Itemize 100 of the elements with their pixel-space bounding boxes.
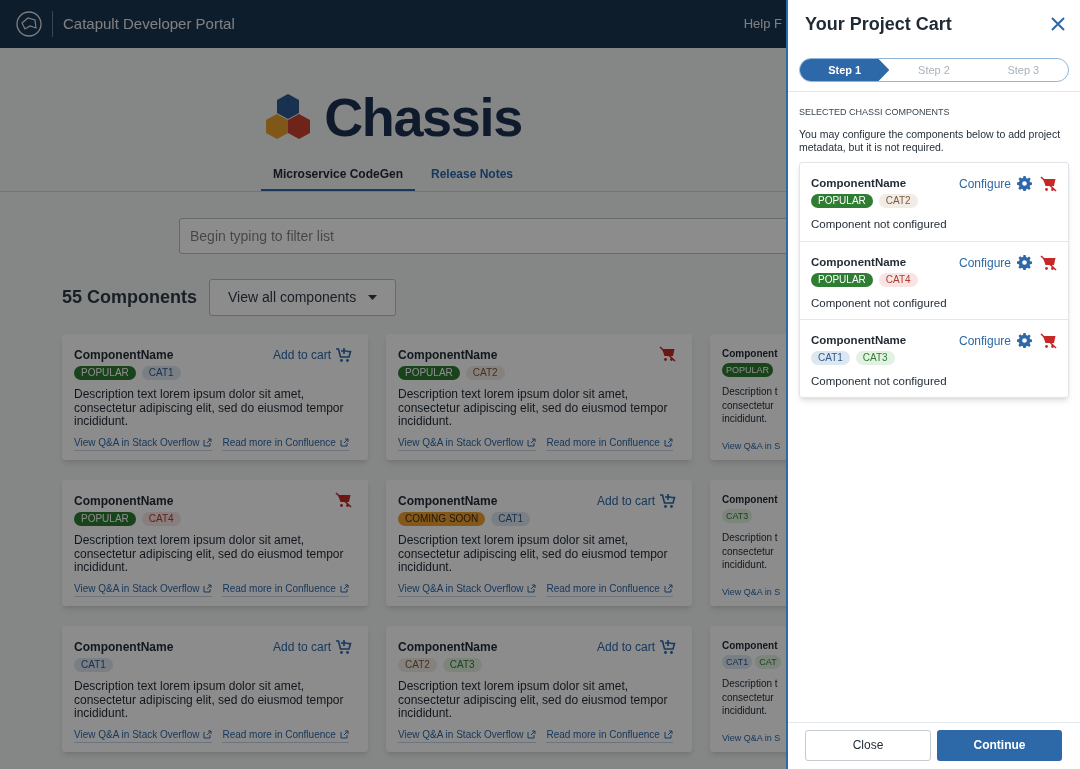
close-icon[interactable] bbox=[1050, 16, 1066, 32]
description-line: incididunt. bbox=[722, 558, 768, 572]
portal-title: Catapult Developer Portal bbox=[63, 13, 235, 34]
description: Description text lorem ipsum dolor sit amet, consectetur adipiscing elit, sed do eiusmod tempor incididunt. bbox=[74, 680, 345, 721]
add-to-cart-link[interactable]: Add to cart bbox=[596, 492, 680, 510]
tag: CAT3 bbox=[442, 658, 482, 672]
tag: CAT3 bbox=[722, 509, 753, 523]
description-line: Description t bbox=[722, 677, 778, 691]
help-link[interactable]: Help F bbox=[743, 14, 782, 34]
add-to-cart-link[interactable]: Add to cart bbox=[272, 346, 356, 364]
component-name: ComponentName bbox=[74, 347, 175, 364]
external-link[interactable]: Read more in Confluence bbox=[222, 435, 349, 451]
external-link[interactable]: View Q&A in S bbox=[722, 441, 781, 451]
tag: POPULAR bbox=[74, 366, 136, 380]
step[interactable]: Step 1 bbox=[800, 59, 890, 81]
view-dropdown[interactable]: View all components bbox=[209, 279, 397, 316]
add-to-cart-link[interactable]: Add to cart bbox=[596, 638, 680, 656]
config-status: Component not configured bbox=[811, 216, 948, 232]
cart-plus-icon bbox=[659, 493, 676, 509]
external-link[interactable]: View Q&A in S bbox=[722, 733, 781, 743]
description: Description text lorem ipsum dolor sit amet, consectetur adipiscing elit, sed do eiusmod tempor incididunt. bbox=[398, 388, 669, 429]
external-link-icon bbox=[339, 584, 349, 593]
description-line: Description t bbox=[722, 385, 778, 399]
external-link[interactable]: View Q&A in Stack Overflow bbox=[74, 581, 213, 597]
description: Description text lorem ipsum dolor sit amet, consectetur adipiscing elit, sed do eiusmod tempor incididunt. bbox=[398, 680, 669, 721]
tag: POPULAR bbox=[74, 512, 136, 526]
external-link[interactable]: View Q&A in S bbox=[722, 587, 781, 597]
intro-text: You may configure the components below to add project metadata, but it is not required. bbox=[799, 127, 1062, 154]
close-button[interactable]: Close bbox=[805, 729, 931, 761]
description-line: incididunt. bbox=[722, 412, 768, 426]
external-link[interactable]: View Q&A in Stack Overflow bbox=[74, 435, 213, 451]
tag: CAT1 bbox=[811, 350, 850, 365]
external-link-icon bbox=[527, 584, 537, 593]
component-name: ComponentName bbox=[74, 639, 174, 656]
remove-from-cart-icon[interactable] bbox=[1040, 175, 1057, 192]
gear-icon[interactable] bbox=[1017, 176, 1032, 191]
cubes-icon bbox=[264, 92, 313, 142]
component-name: ComponentName bbox=[398, 493, 499, 510]
gear-icon[interactable] bbox=[1017, 255, 1032, 270]
external-link-icon bbox=[203, 730, 213, 739]
tag: POPULAR bbox=[811, 193, 873, 208]
component-name: Component bbox=[722, 639, 778, 653]
external-link-icon bbox=[527, 438, 537, 447]
cart-title: Your Project Cart bbox=[805, 12, 952, 36]
tab[interactable]: Microservice CodeGen bbox=[260, 165, 415, 191]
brand-wordmark: Chassis bbox=[324, 90, 522, 144]
filter-field[interactable]: Begin typing to filter list bbox=[179, 218, 786, 254]
external-link-icon bbox=[203, 584, 213, 593]
description: Description text lorem ipsum dolor sit amet, consectetur adipiscing elit, sed do eiusmod tempor incididunt. bbox=[74, 388, 345, 429]
description-line: incididunt. bbox=[722, 704, 768, 718]
component-name: ComponentName bbox=[811, 175, 908, 191]
description: Description text lorem ipsum dolor sit amet, consectetur adipiscing elit, sed do eiusmod tempor incididunt. bbox=[74, 534, 345, 575]
tag: CAT1 bbox=[491, 512, 531, 526]
tag: CAT1 bbox=[141, 366, 181, 380]
description: Description text lorem ipsum dolor sit amet, consectetur adipiscing elit, sed do eiusmod tempor incididunt. bbox=[398, 534, 669, 575]
tag: CAT4 bbox=[878, 272, 918, 287]
component-name: ComponentName bbox=[398, 639, 498, 656]
configure-link[interactable]: Configure bbox=[958, 253, 1032, 272]
tag: CAT1 bbox=[722, 655, 753, 669]
tag: POPULAR bbox=[398, 366, 460, 380]
external-link[interactable]: Read more in Confluence bbox=[546, 581, 673, 597]
external-link[interactable]: Read more in Confluence bbox=[546, 727, 673, 743]
step[interactable]: Step 3 bbox=[978, 59, 1068, 81]
external-link-icon bbox=[203, 438, 213, 447]
add-to-cart-link[interactable]: Add to cart bbox=[272, 638, 356, 656]
remove-from-cart-icon[interactable] bbox=[1040, 254, 1057, 271]
description-line: Description t bbox=[722, 531, 778, 545]
remove-from-cart-icon[interactable] bbox=[1040, 332, 1057, 349]
continue-button[interactable]: Continue bbox=[937, 729, 1062, 761]
external-link[interactable]: View Q&A in Stack Overflow bbox=[74, 727, 213, 743]
tag: CAT bbox=[755, 655, 781, 669]
tag: CAT2 bbox=[878, 193, 918, 208]
cart-plus-icon bbox=[335, 639, 352, 655]
remove-from-cart-icon[interactable] bbox=[335, 492, 352, 508]
external-link[interactable]: View Q&A in Stack Overflow bbox=[398, 727, 537, 743]
external-link[interactable]: Read more in Confluence bbox=[546, 435, 673, 451]
remove-from-cart-icon[interactable] bbox=[659, 346, 676, 362]
section-label: SELECTED CHASSI COMPONENTS bbox=[799, 106, 951, 119]
external-link-icon bbox=[339, 730, 349, 739]
tag: CAT2 bbox=[398, 658, 437, 672]
external-link[interactable]: Read more in Confluence bbox=[222, 727, 349, 743]
gear-icon[interactable] bbox=[1017, 333, 1032, 348]
tag: CAT3 bbox=[855, 350, 895, 365]
component-name: ComponentName bbox=[398, 347, 499, 364]
component-name: Component bbox=[722, 347, 778, 361]
tab[interactable]: Release Notes bbox=[419, 165, 526, 191]
description-line: consectetur bbox=[722, 544, 774, 558]
cart-plus-icon bbox=[335, 347, 352, 363]
tag: POPULAR bbox=[722, 363, 773, 377]
external-link[interactable]: View Q&A in Stack Overflow bbox=[398, 435, 537, 451]
configure-link[interactable]: Configure bbox=[958, 331, 1032, 350]
external-link[interactable]: Read more in Confluence bbox=[222, 581, 349, 597]
tag: POPULAR bbox=[811, 272, 873, 287]
logo-icon bbox=[16, 11, 42, 37]
step[interactable]: Step 2 bbox=[889, 59, 979, 81]
external-link[interactable]: View Q&A in Stack Overflow bbox=[398, 581, 537, 597]
external-link-icon bbox=[527, 730, 537, 739]
configure-link[interactable]: Configure bbox=[958, 174, 1032, 193]
external-link-icon bbox=[339, 438, 349, 447]
tag: COMING SOON bbox=[398, 512, 486, 526]
